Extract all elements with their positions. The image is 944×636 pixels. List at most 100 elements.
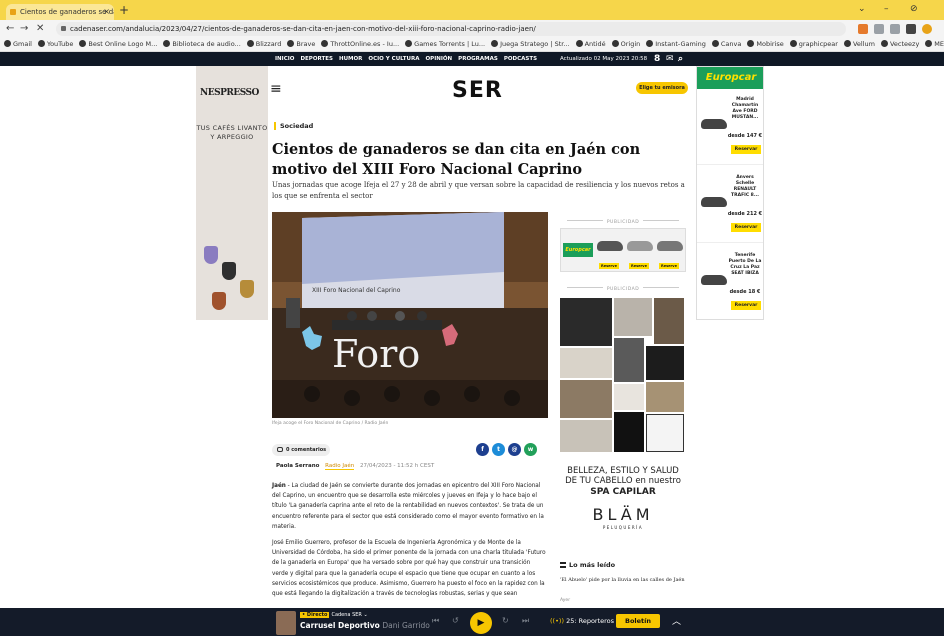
- site-nav-link[interactable]: HUMOR: [339, 56, 362, 62]
- europcar-logo: Europcar: [563, 243, 593, 257]
- reserve-button[interactable]: Reservar: [731, 301, 761, 310]
- close-window-icon[interactable]: ⊘: [910, 4, 918, 14]
- site-nav-link[interactable]: OPINIÓN: [425, 56, 452, 62]
- blam-line3: SPA CAPILAR: [590, 487, 656, 497]
- url-field[interactable]: cadenaser.com/andalucia/2023/04/27/cient…: [56, 22, 846, 36]
- skip-back-icon[interactable]: ⏮: [432, 616, 439, 626]
- mail-icon[interactable]: ✉: [666, 52, 674, 66]
- article-subtitle: Unas jornadas que acoge Ifeja el 27 y 28…: [272, 181, 685, 200]
- publish-date: 27/04/2023 - 11:52 h CEST: [360, 463, 435, 469]
- facebook-share-icon[interactable]: f: [476, 443, 489, 456]
- bookmark-item[interactable]: Mobirise: [756, 40, 783, 48]
- bookmark-item[interactable]: graphicpear: [799, 40, 838, 48]
- twitter-share-icon[interactable]: t: [492, 443, 505, 456]
- comments-button[interactable]: 0 comentarios: [272, 444, 330, 456]
- radio-link[interactable]: Radio Jaén: [325, 463, 355, 470]
- skip-forward-icon[interactable]: ⏭: [522, 616, 529, 626]
- site-nav-link[interactable]: OCIO Y CULTURA: [368, 56, 419, 62]
- list-icon: [560, 562, 566, 568]
- article-photo: XIII Foro Nacional del Caprino Foro: [272, 212, 548, 418]
- publicidad-label: PUBLICIDAD: [560, 220, 686, 225]
- paragraph-text: - La ciudad de Jaén se convierte durante…: [272, 483, 544, 530]
- bookmark-item[interactable]: Gmail: [13, 40, 32, 48]
- newsletter-button[interactable]: Boletín: [616, 614, 660, 628]
- bookmark-icon: [646, 40, 654, 47]
- ser-logo[interactable]: SER: [452, 78, 503, 103]
- most-read-item[interactable]: 'El Abuelo' pide por la lluvia en las ca…: [560, 576, 688, 584]
- article-paragraph: Jaén - La ciudad de Jaén se convierte du…: [272, 481, 548, 532]
- new-tab-button[interactable]: +: [119, 3, 129, 17]
- europcar-ad[interactable]: Europcar Madrid Chamartín Ave FORD MUSTA…: [696, 66, 764, 320]
- live-status[interactable]: • Directo Cadena SER ⌄: [300, 612, 368, 618]
- bookmark-item[interactable]: Antidé: [585, 40, 606, 48]
- forward-icon[interactable]: →: [20, 22, 28, 36]
- expand-icon[interactable]: ︿: [672, 614, 681, 627]
- sidepanel-icon[interactable]: [906, 24, 916, 34]
- bookmark-icon: [37, 40, 45, 47]
- section-label[interactable]: Sociedad: [274, 122, 313, 130]
- email-share-icon[interactable]: @: [508, 443, 521, 456]
- bookmark-item[interactable]: Best Online Logo M...: [88, 40, 157, 48]
- bookmark-item[interactable]: MEGA STAMPING K...: [934, 40, 944, 48]
- car-image: [657, 241, 683, 251]
- reserve-button[interactable]: Reservar: [731, 145, 761, 154]
- reserve-button[interactable]: Reserve: [659, 263, 679, 269]
- forward-icon[interactable]: ↻: [502, 616, 509, 625]
- browser-tab[interactable]: Cientos de ganaderos se dan cit... ×: [6, 4, 114, 20]
- bookmark-item[interactable]: Vecteezy: [890, 40, 919, 48]
- bookmark-item[interactable]: Instant-Gaming: [655, 40, 706, 48]
- reserve-button[interactable]: Reserve: [629, 263, 649, 269]
- blam-line1: BELLEZA, ESTILO Y SALUD: [567, 466, 679, 476]
- bookmark-item[interactable]: Games Torrents | Lu...: [414, 40, 485, 48]
- bookmark-item[interactable]: Blizzard: [256, 40, 282, 48]
- site-nav-link[interactable]: INICIO: [275, 56, 294, 62]
- coffee-pod-image: [204, 246, 218, 264]
- bookmark-item[interactable]: YouTube: [47, 40, 73, 48]
- bookmark-icon: [843, 40, 851, 47]
- bookmark-item[interactable]: Origin: [621, 40, 641, 48]
- bookmark-item[interactable]: ThrottOnline.es - Iu...: [330, 40, 399, 48]
- minimize-window-icon[interactable]: ⌄: [858, 4, 866, 14]
- bookmark-icon: [711, 40, 719, 47]
- choose-station-button[interactable]: Elige tu emisora: [636, 82, 688, 94]
- menu-icon[interactable]: ≡: [270, 82, 282, 96]
- broadcast-icon: ((•)): [550, 617, 564, 625]
- site-nav-link[interactable]: DEPORTES: [300, 56, 333, 62]
- close-tab-icon[interactable]: ×: [103, 4, 110, 20]
- bookmark-item[interactable]: Brave: [296, 40, 315, 48]
- extension-icon[interactable]: [858, 24, 868, 34]
- reload-icon[interactable]: ✕: [36, 22, 44, 36]
- blam-sub: PELUQUERÍA: [602, 525, 644, 530]
- rewind-icon[interactable]: ↺: [452, 616, 459, 625]
- bookmark-item[interactable]: Vellum: [853, 40, 875, 48]
- bookmark-item[interactable]: Biblioteca de audio...: [172, 40, 240, 48]
- user-icon[interactable]: 8: [654, 52, 660, 66]
- back-icon[interactable]: ←: [6, 22, 14, 36]
- bookmark-icon: [163, 40, 171, 47]
- whatsapp-share-icon[interactable]: w: [524, 443, 537, 456]
- offer-price: desde 212 €: [727, 211, 763, 217]
- nespresso-ad[interactable]: NESPRESSO TUS CAFÉS LIVANTO Y ARPEGGIO: [196, 66, 268, 320]
- share-icon[interactable]: [874, 24, 884, 34]
- station-selector[interactable]: Cadena SER ⌄: [331, 612, 367, 618]
- profile-avatar[interactable]: [922, 24, 932, 34]
- author-name[interactable]: Paola Serrano: [276, 463, 319, 469]
- play-button[interactable]: ▶: [470, 612, 492, 634]
- blam-logo: BLÄM: [592, 505, 654, 524]
- star-icon[interactable]: [890, 24, 900, 34]
- article-title: Cientos de ganaderos se dan cita en Jaén…: [272, 141, 641, 178]
- bookmark-item[interactable]: Juega Stratego | Str...: [500, 40, 569, 48]
- europcar-banner-ad[interactable]: Europcar Reserve Reserve Reserve: [560, 228, 686, 272]
- reserve-button[interactable]: Reserve: [599, 263, 619, 269]
- site-nav-link[interactable]: PODCASTS: [504, 56, 537, 62]
- site-nav-link[interactable]: PROGRAMAS: [458, 56, 498, 62]
- comment-icon: [277, 447, 283, 452]
- bookmark-icon: [789, 40, 797, 47]
- bookmark-item[interactable]: Canva: [721, 40, 741, 48]
- reporters-link[interactable]: ((•)) 25: Reporteros: [550, 617, 614, 625]
- restore-window-icon[interactable]: –: [884, 4, 889, 14]
- blam-ad-collage[interactable]: [560, 298, 684, 452]
- search-icon[interactable]: ⌕: [678, 52, 683, 66]
- reserve-button[interactable]: Reservar: [731, 223, 761, 232]
- blam-ad-text[interactable]: BELLEZA, ESTILO Y SALUD DE TU CABELLO en…: [558, 466, 688, 530]
